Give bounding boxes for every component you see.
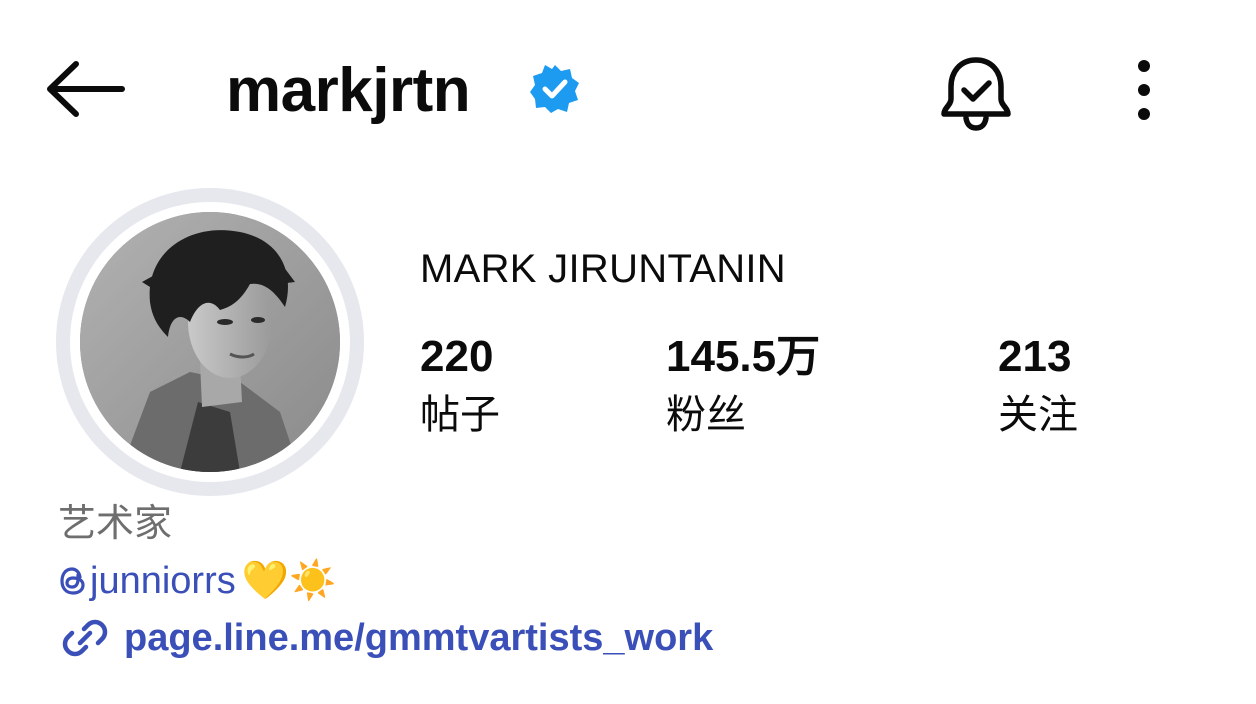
back-arrow-icon [47, 61, 125, 117]
following-count: 213 [998, 332, 1072, 381]
more-options-button[interactable] [1124, 58, 1164, 122]
more-vertical-icon [1138, 60, 1150, 120]
profile-full-name: MARK JIRUNTANIN [420, 247, 786, 291]
posts-count: 220 [420, 332, 494, 381]
bell-check-icon [941, 57, 1011, 131]
followers-label: 粉丝 [666, 393, 746, 437]
verified-badge-icon [530, 64, 580, 114]
posts-label: 帖子 [420, 393, 500, 437]
posts-stat[interactable]: 220 帖子 [420, 330, 500, 444]
profile-username: markjrtn [226, 56, 471, 125]
following-label: 关注 [998, 393, 1078, 437]
threads-link[interactable]: junniorrs 💛☀️ [58, 556, 336, 606]
following-stat[interactable]: 213 关注 [998, 330, 1078, 444]
external-link[interactable]: page.line.me/gmmtvartists_work [58, 612, 713, 664]
followers-stat[interactable]: 145.5万 粉丝 [666, 330, 820, 444]
profile-avatar [80, 212, 340, 472]
notifications-button[interactable] [936, 52, 1016, 132]
threads-icon [60, 567, 85, 595]
profile-page: markjrtn MARK JIRUNTANIN 220 帖子 145.5万 粉… [0, 0, 1256, 704]
profile-category: 艺术家 [58, 503, 173, 545]
avatar-ring[interactable] [56, 188, 364, 496]
link-icon [62, 619, 108, 657]
threads-emojis: 💛☀️ [241, 560, 337, 602]
external-link-url: page.line.me/gmmtvartists_work [124, 616, 714, 659]
followers-count: 145.5万 [666, 332, 821, 381]
back-button[interactable] [40, 56, 130, 122]
threads-handle: junniorrs [90, 559, 236, 602]
